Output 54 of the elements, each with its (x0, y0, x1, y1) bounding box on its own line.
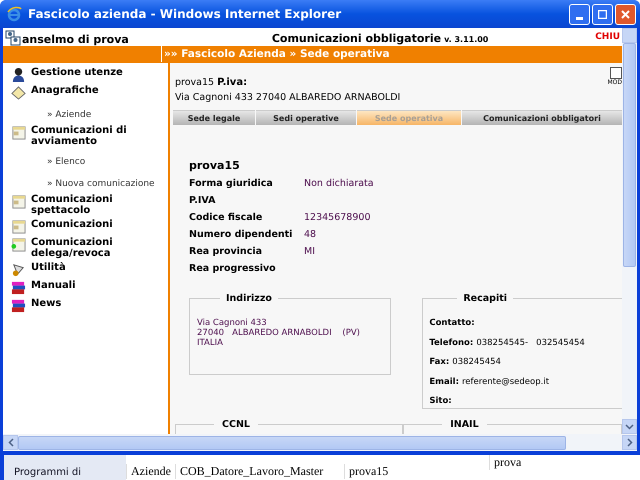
menu-section[interactable]: Gestione utenze (31, 67, 123, 78)
menu-section[interactable]: Comunicazioni di avviamento (31, 125, 168, 147)
table-cell: Aziende (126, 464, 175, 479)
box-title: INAIL (449, 419, 480, 430)
user-name: anselmo di prova (22, 33, 129, 46)
contact-label: Telefono: (429, 338, 474, 348)
window-title: Fascicolo azienda - Windows Internet Explorer (28, 7, 342, 21)
company-name: prova15 (175, 77, 214, 88)
vat-label: P.iva: (217, 77, 248, 88)
address-line: 27040 ALBAREDO ARNABOLDI (PV) (197, 328, 361, 338)
field-label: Rea provincia (189, 246, 263, 257)
tab[interactable]: Sedi operative (256, 110, 356, 125)
box-title: Indirizzo (225, 293, 273, 304)
field-label: Numero dipendenti (189, 229, 294, 240)
field-value: Non dichiarata (304, 178, 374, 189)
field-label: P.IVA (189, 195, 216, 206)
menu-section[interactable]: News (31, 298, 62, 309)
menu-section[interactable]: Utilità (31, 262, 66, 273)
menu-section[interactable]: Manuali (31, 280, 76, 291)
field-label: Forma giuridica (189, 178, 274, 189)
breadcrumb: »» Fascicolo Azienda » Sede operativa (163, 47, 390, 62)
tab[interactable]: Comunicazioni obbligatori (462, 110, 622, 125)
version-label: v. 3.11.00 (444, 35, 488, 44)
contact-label: Fax: (429, 357, 450, 367)
contact-value: 038245454 (452, 357, 501, 367)
field-value: MI (304, 246, 315, 257)
menu-section[interactable]: Comunicazioni spettacolo (31, 194, 168, 216)
contact-label: Email: (429, 376, 459, 386)
table-cell: prova15 (344, 464, 489, 479)
box-title: Recapiti (462, 293, 508, 304)
menu-link[interactable]: » Nuova comunicazione (47, 179, 155, 189)
tab[interactable]: Sede legale (173, 110, 255, 125)
field-value: 48 (304, 229, 316, 240)
contact-value: referente@sedeop.it (462, 376, 550, 386)
close-link[interactable]: CHIU (595, 32, 622, 42)
contact-label: Contatto: (429, 318, 475, 328)
table-cell: prova (488, 455, 526, 470)
menu-section[interactable]: Comunicazioni (31, 219, 113, 230)
menu-link[interactable]: » Aziende (47, 110, 92, 120)
box-title: CCNL (221, 419, 251, 430)
address-line: Via Cagnoni 433 (197, 318, 268, 328)
table-cell: COB_Datore_Lavoro_Master (174, 464, 344, 479)
menu-section[interactable]: Anagrafiche (31, 85, 99, 96)
contact-value: 038254545- 032545454 (476, 338, 585, 348)
field-label: Codice fiscale (189, 212, 264, 223)
app-title: Comunicazioni obbligatorie (272, 32, 442, 45)
address-line: ITALIA (197, 338, 224, 348)
field-label: Rea progressivo (189, 263, 277, 274)
company-title: prova15 (189, 159, 241, 172)
field-value: 12345678900 (304, 212, 370, 223)
contact-label: Sito: (429, 396, 452, 406)
company-address: Via Cagnoni 433 27040 ALBAREDO ARNABOLDI (175, 92, 402, 103)
menu-link[interactable]: » Elenco (47, 157, 86, 167)
menu-section[interactable]: Comunicazioni delega/revoca (31, 237, 168, 259)
